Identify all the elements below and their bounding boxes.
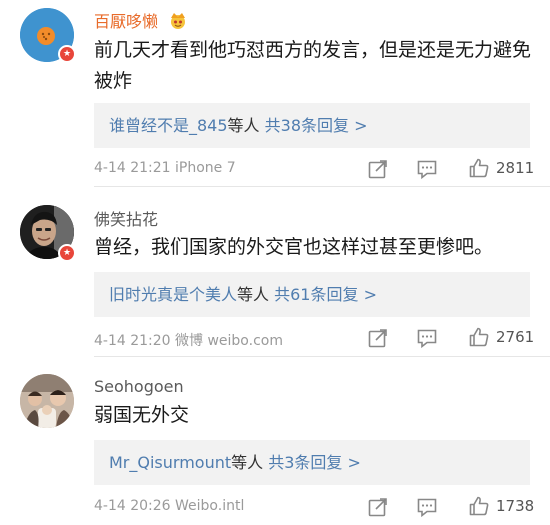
comment-item: ★ 百厭哆懒 前几天才看到他巧怼西方的发言，但是还是无力避免被炸 谁曾经不是_8… — [0, 0, 550, 187]
reply-suffix: 等人 — [227, 116, 260, 135]
thumbs-up-icon[interactable] — [468, 157, 490, 179]
comment-icon[interactable] — [416, 496, 438, 518]
like-count: 2761 — [496, 328, 535, 346]
comment-meta: 4-14 20:26 Weibo.intl — [94, 498, 245, 514]
comment-text: 曾经，我们国家的外交官也这样过甚至更惨吧。 — [94, 236, 494, 258]
verified-badge-icon: ★ — [58, 45, 76, 63]
username[interactable]: 百厭哆懒 — [94, 8, 188, 32]
reply-users[interactable]: Mr_Qisurmount — [109, 453, 231, 472]
reply-count-link[interactable]: 共61条回复 > — [274, 285, 377, 304]
comment-meta: 4-14 21:20 微博 weibo.com — [94, 333, 283, 349]
share-icon[interactable] — [367, 158, 389, 180]
reply-suffix: 等人 — [231, 453, 264, 472]
share-icon[interactable] — [367, 327, 389, 349]
comment-text: 弱国无外交 — [94, 404, 190, 426]
reply-summary[interactable]: 谁曾经不是_845等人 共38条回复 > — [94, 103, 530, 148]
username[interactable]: Seohogoen — [94, 377, 184, 396]
username[interactable]: 佛笑拈花 — [94, 206, 158, 230]
reply-suffix: 等人 — [237, 285, 270, 304]
comment-item: ★ 佛笑拈花 曾经，我们国家的外交官也这样过甚至更惨吧。 旧时光真是个美人等人 … — [0, 187, 550, 357]
reply-count-link[interactable]: 共38条回复 > — [265, 116, 368, 135]
reply-users[interactable]: 旧时光真是个美人 — [109, 285, 237, 304]
like-count: 1738 — [496, 497, 535, 515]
avatar-image — [20, 374, 74, 428]
comment-item: Seohogoen 弱国无外交 Mr_Qisurmount等人 共3条回复 > … — [0, 357, 550, 525]
comment-icon[interactable] — [416, 158, 438, 180]
like-count: 2811 — [496, 159, 535, 177]
thumbs-up-icon[interactable] — [468, 326, 490, 348]
reply-summary[interactable]: 旧时光真是个美人等人 共61条回复 > — [94, 272, 530, 317]
avatar[interactable] — [20, 374, 74, 428]
comment-icon[interactable] — [416, 327, 438, 349]
crown-emoji-icon — [171, 13, 186, 29]
reply-users[interactable]: 谁曾经不是_845 — [109, 116, 228, 135]
reply-summary[interactable]: Mr_Qisurmount等人 共3条回复 > — [94, 440, 530, 485]
share-icon[interactable] — [367, 496, 389, 518]
thumbs-up-icon[interactable] — [468, 495, 490, 517]
comment-meta: 4-14 21:21 iPhone 7 — [94, 160, 236, 176]
reply-count-link[interactable]: 共3条回复 > — [268, 453, 361, 472]
verified-badge-icon: ★ — [58, 244, 76, 262]
comment-text: 前几天才看到他巧怼西方的发言，但是还是无力避免被炸 — [94, 39, 532, 92]
